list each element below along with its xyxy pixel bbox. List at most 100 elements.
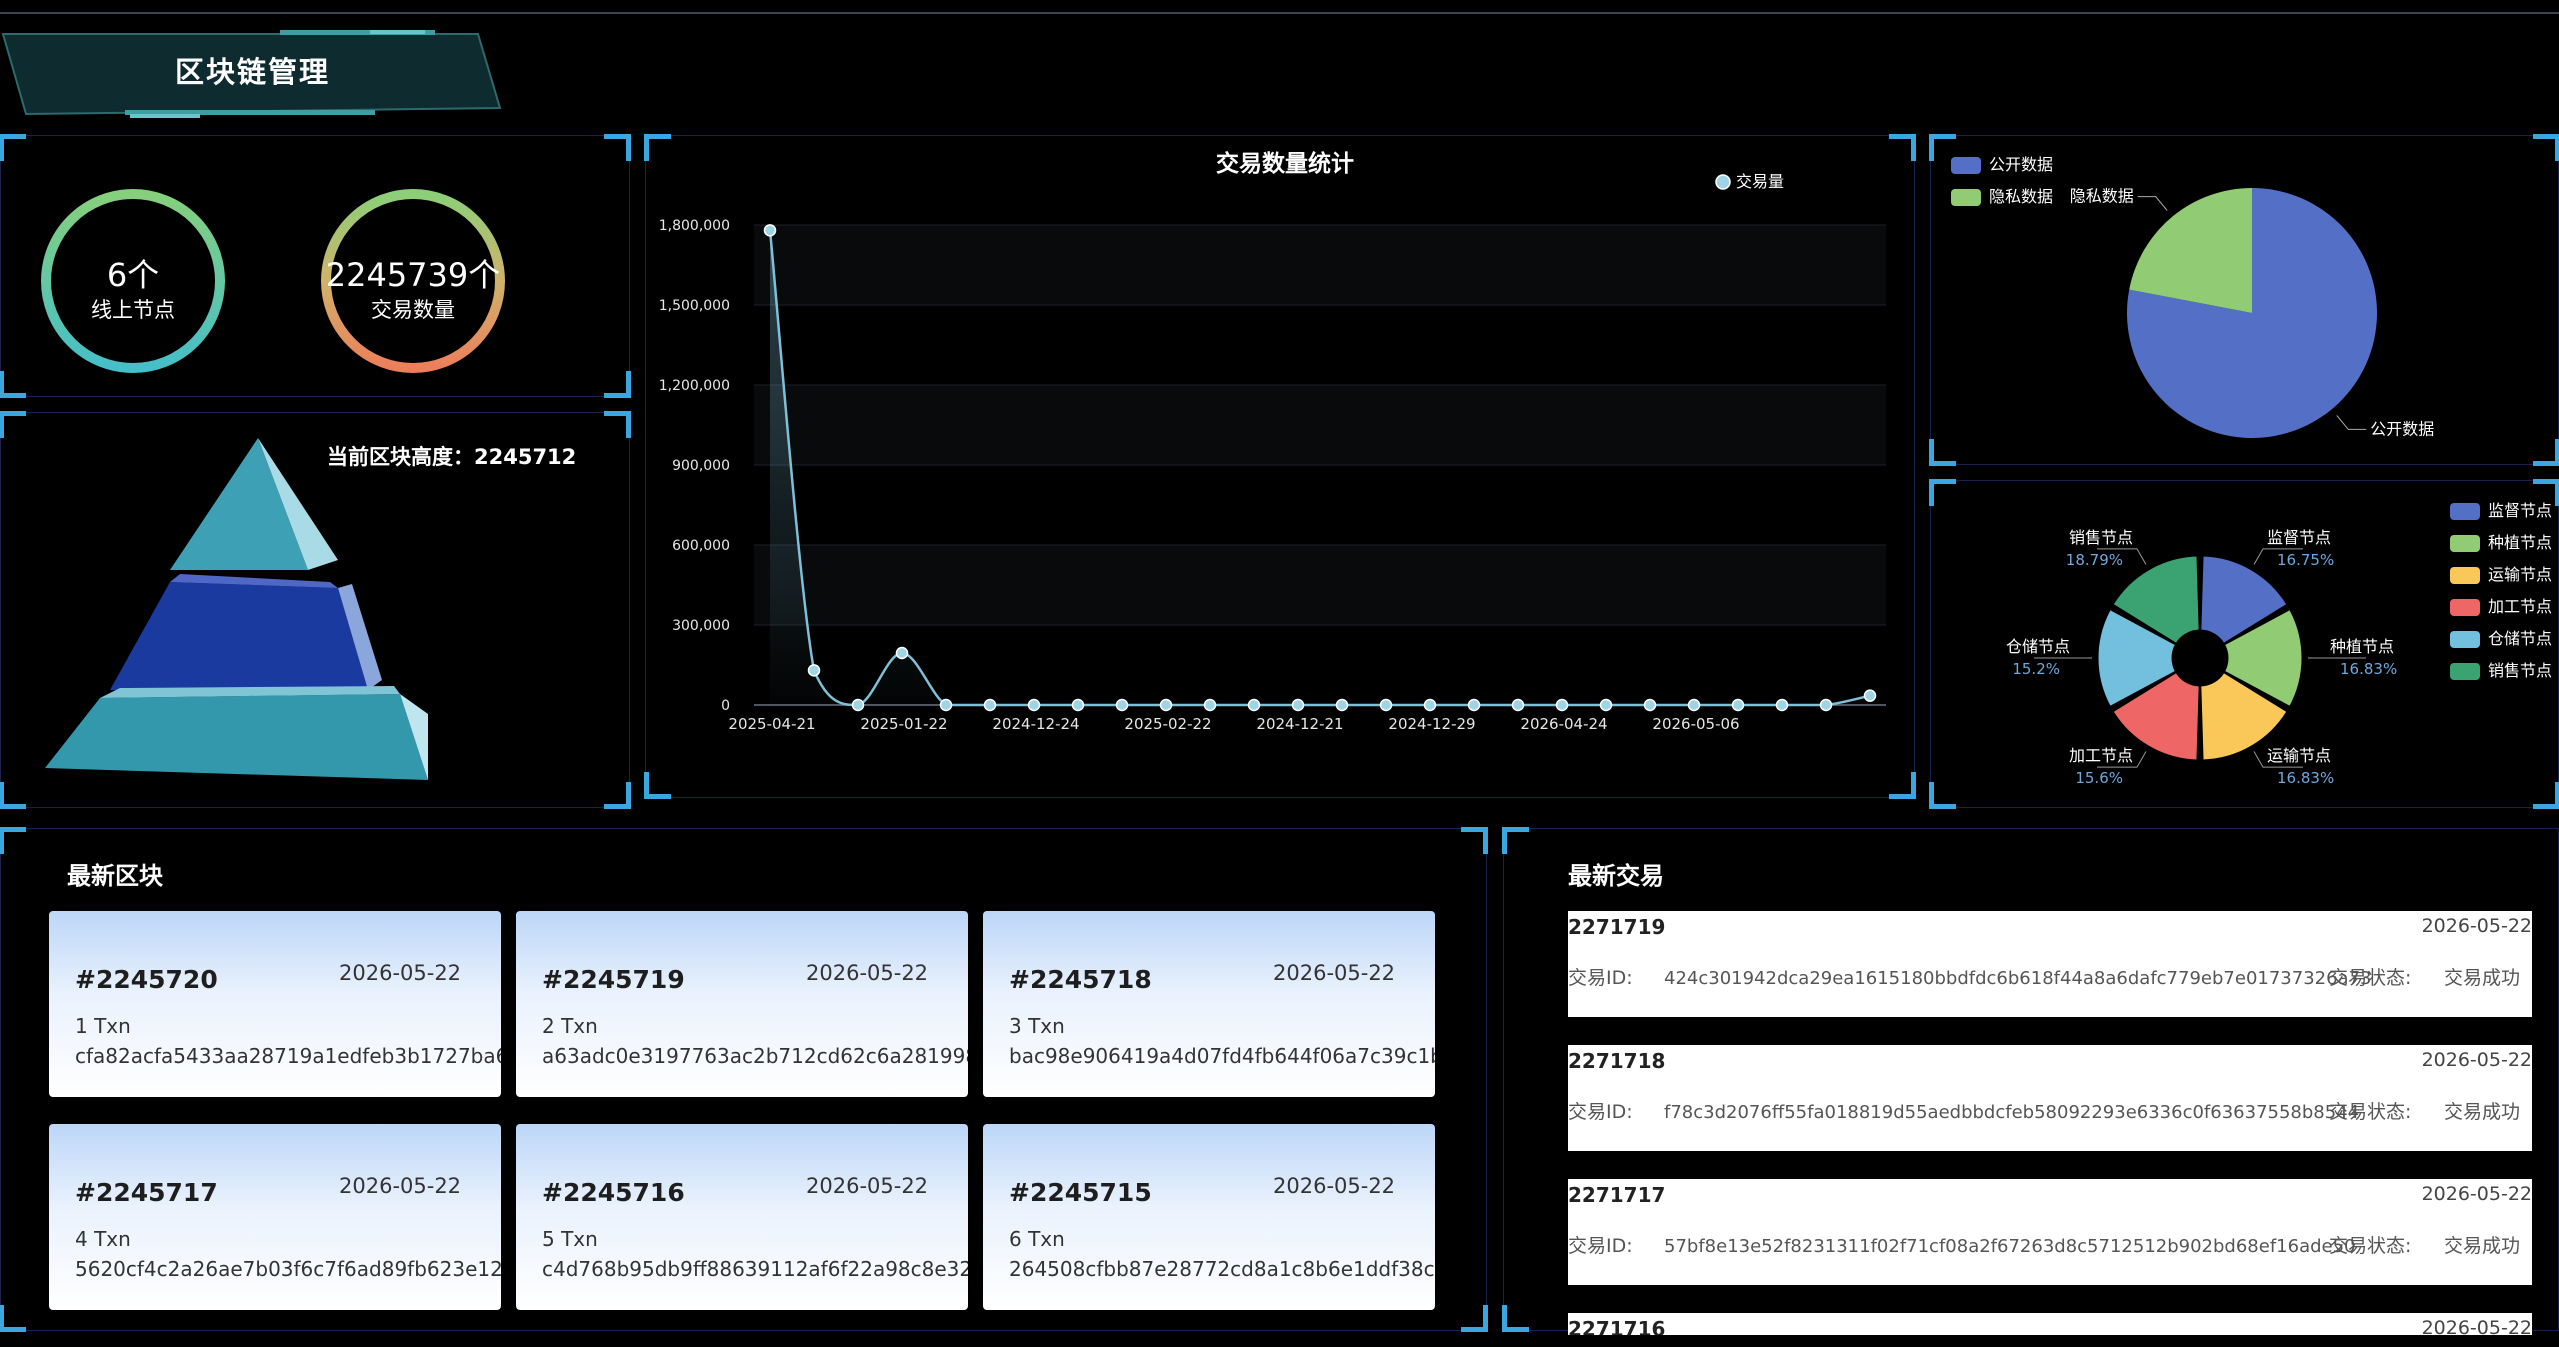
block-txn-count: 5 Txn bbox=[542, 1227, 598, 1251]
data-point[interactable] bbox=[1687, 698, 1701, 712]
tx-label: 交易数量 bbox=[371, 298, 455, 322]
x-tick-label: 2026-05-06 bbox=[1652, 715, 1739, 733]
rose-label: 仓储节点 bbox=[2006, 637, 2070, 656]
tx-date: 2026-05-22 bbox=[2421, 915, 2532, 937]
data-point[interactable] bbox=[1599, 698, 1613, 712]
data-point[interactable] bbox=[1643, 698, 1657, 712]
legend-label: 加工节点 bbox=[2488, 597, 2553, 616]
block-txn-count: 1 Txn bbox=[75, 1014, 131, 1038]
legend-item[interactable]: 运输节点 bbox=[2450, 561, 2552, 585]
legend-item[interactable]: 监督节点 bbox=[2450, 497, 2552, 521]
data-point[interactable] bbox=[1467, 698, 1481, 712]
corner-decoration bbox=[1461, 827, 1488, 854]
tx-id: 2271717 bbox=[1568, 1183, 1666, 1207]
tx-line-chart: 交易数量统计 交易量 0 300,000 600,000 900,000 1,200,0… bbox=[659, 150, 1886, 733]
data-point[interactable] bbox=[1511, 698, 1525, 712]
block-date: 2026-05-22 bbox=[1273, 961, 1396, 985]
block-number: #2245720 bbox=[75, 965, 218, 994]
legend-item-public[interactable]: 公开数据 bbox=[1951, 151, 2053, 175]
rose-label: 种植节点 bbox=[2330, 637, 2394, 656]
block-number: #2245716 bbox=[542, 1178, 685, 1207]
tx-card[interactable]: 2271717 2026-05-22 交易ID: 57bf8e13e52f823131… bbox=[1568, 1179, 2532, 1285]
legend-swatch bbox=[2450, 663, 2480, 680]
tx-date: 2026-05-22 bbox=[2421, 1183, 2532, 1205]
data-point[interactable] bbox=[1115, 698, 1129, 712]
tx-detail-row: 交易ID: f78c3d2076ff55fa018819d55aedbbdcfeb… bbox=[1568, 1097, 2520, 1124]
data-point[interactable] bbox=[1775, 698, 1789, 712]
grid-band bbox=[754, 545, 1886, 625]
legend-label: 运输节点 bbox=[2488, 565, 2553, 584]
data-point[interactable] bbox=[1731, 698, 1745, 712]
rose-percent: 18.79% bbox=[2066, 551, 2123, 569]
block-hash: c4d768b95db9ff88639112af6f22a98c8e32a3 bbox=[542, 1257, 968, 1281]
tx-hash: 57bf8e13e52f8231311f02f71cf08a2f67263d8c… bbox=[1664, 1236, 2356, 1257]
data-point[interactable] bbox=[1819, 698, 1833, 712]
data-point[interactable] bbox=[1071, 698, 1085, 712]
legend-marker bbox=[1715, 174, 1731, 190]
tx-status-label: 交易状态: bbox=[2329, 967, 2412, 989]
data-point[interactable] bbox=[983, 698, 997, 712]
block-number: #2245719 bbox=[542, 965, 685, 994]
tx-hash: f78c3d2076ff55fa018819d55aedbbdcfeb58092… bbox=[1664, 1102, 2360, 1123]
slice-label: 隐私数据 bbox=[2070, 187, 2134, 206]
data-point[interactable] bbox=[1863, 689, 1877, 702]
legend-swatch bbox=[2450, 567, 2480, 584]
tx-status-label: 交易状态: bbox=[2329, 1235, 2412, 1257]
x-tick-label: 2025-02-22 bbox=[1124, 715, 1211, 733]
legend-item-private[interactable]: 隐私数据 bbox=[1951, 183, 2053, 207]
latest-blocks-title: 最新区块 bbox=[67, 862, 163, 890]
corner-decoration bbox=[0, 1305, 26, 1332]
legend-item[interactable]: 销售节点 bbox=[2450, 657, 2552, 681]
block-card[interactable]: #2245718 2026-05-22 3 Txn bac98e906419a4d07… bbox=[983, 911, 1435, 1097]
data-point[interactable] bbox=[763, 224, 777, 237]
data-point[interactable] bbox=[1159, 698, 1173, 712]
x-tick-label: 2024-12-21 bbox=[1256, 715, 1343, 733]
block-card[interactable]: #2245715 2026-05-22 6 Txn 264508cfbb87e2877… bbox=[983, 1124, 1435, 1310]
block-card[interactable]: #2245716 2026-05-22 5 Txn c4d768b95db9ff886… bbox=[516, 1124, 968, 1310]
block-hash: cfa82acfa5433aa28719a1edfeb3b1727ba67c bbox=[75, 1044, 501, 1068]
block-card[interactable]: #2245717 2026-05-22 4 Txn 5620cf4c2a26ae7b0… bbox=[49, 1124, 501, 1310]
tx-id: 2271718 bbox=[1568, 1049, 1666, 1073]
top-divider bbox=[0, 12, 2559, 14]
y-tick-label: 600,000 bbox=[672, 538, 730, 554]
rose-label: 加工节点 bbox=[2069, 746, 2133, 765]
corner-decoration bbox=[1502, 827, 1529, 854]
data-point[interactable] bbox=[1423, 698, 1437, 712]
legend-item[interactable]: 仓储节点 bbox=[2450, 625, 2552, 649]
y-tick-label: 900,000 bbox=[672, 458, 730, 474]
tx-status: 交易成功 bbox=[2444, 1235, 2521, 1257]
corner-decoration bbox=[1502, 1305, 1529, 1332]
data-point[interactable] bbox=[1291, 698, 1305, 712]
tx-status: 交易成功 bbox=[2444, 1101, 2521, 1123]
rose-percent: 15.2% bbox=[2012, 660, 2060, 678]
block-card[interactable]: #2245719 2026-05-22 2 Txn a63adc0e3197763ac… bbox=[516, 911, 968, 1097]
block-date: 2026-05-22 bbox=[339, 961, 462, 985]
corner-decoration bbox=[0, 827, 26, 854]
tx-card[interactable]: 2271718 2026-05-22 交易ID: f78c3d2076ff55fa01… bbox=[1568, 1045, 2532, 1151]
tx-date: 2026-05-22 bbox=[2421, 1049, 2532, 1071]
legend-item[interactable]: 加工节点 bbox=[2450, 593, 2552, 617]
data-point[interactable] bbox=[1335, 698, 1349, 712]
x-tick-label: 2025-04-21 bbox=[728, 715, 815, 733]
y-tick-label: 0 bbox=[721, 698, 730, 714]
pyramid-graphic bbox=[45, 438, 428, 780]
block-txn-count: 2 Txn bbox=[542, 1014, 598, 1038]
block-card[interactable]: #2245720 2026-05-22 1 Txn cfa82acfa5433aa28… bbox=[49, 911, 501, 1097]
data-point[interactable] bbox=[1027, 698, 1041, 712]
rose-percent: 16.83% bbox=[2277, 769, 2334, 787]
data-point[interactable] bbox=[895, 646, 909, 660]
tx-card[interactable]: 2271716 2026-05-22 bbox=[1568, 1313, 2532, 1335]
tx-card[interactable]: 2271719 2026-05-22 交易ID: 424c301942dca29ea1… bbox=[1568, 911, 2532, 1017]
data-point[interactable] bbox=[939, 698, 953, 712]
corner-decoration bbox=[1461, 1305, 1488, 1332]
legend-item[interactable]: 种植节点 bbox=[2450, 529, 2552, 553]
data-point[interactable] bbox=[1555, 698, 1569, 712]
data-point[interactable] bbox=[807, 664, 821, 677]
data-point[interactable] bbox=[851, 698, 865, 712]
data-point[interactable] bbox=[1203, 698, 1217, 712]
data-point[interactable] bbox=[1379, 698, 1393, 712]
data-point[interactable] bbox=[1247, 698, 1261, 712]
page-title: 区块链管理 bbox=[174, 55, 330, 89]
block-hash: bac98e906419a4d07fd4fb644f06a7c39c1b7e bbox=[1009, 1044, 1435, 1068]
grid-band bbox=[754, 385, 1886, 465]
